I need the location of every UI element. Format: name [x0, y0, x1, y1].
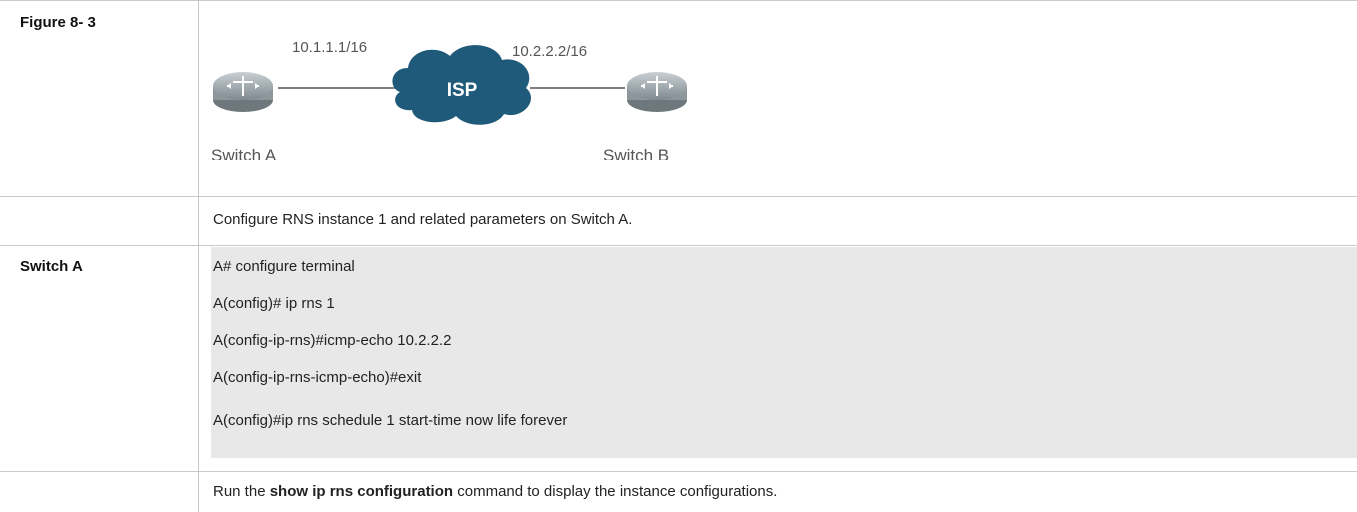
step2-text: Run the show ip rns configuration comman… — [213, 483, 777, 500]
row-divider — [0, 245, 1357, 246]
switch-a-ip-label: 10.1.1.1/16 — [292, 39, 367, 56]
config-code-block: A# configure terminal A(config)# ip rns … — [211, 247, 1357, 458]
step2-text-after: command to display the instance configur… — [453, 483, 778, 500]
code-line: A# configure terminal — [213, 258, 355, 275]
code-line: A(config)#ip rns schedule 1 start-time n… — [213, 412, 568, 429]
code-line: A(config-ip-rns)#icmp-echo 10.2.2.2 — [213, 332, 452, 349]
figure-label: Figure 8- 3 — [20, 14, 96, 31]
switch-b-ip-label: 10.2.2.2/16 — [512, 43, 587, 60]
procedure-table: Figure 8- 3 ISP 10.1.1.1/16 10.2.2.2/16 … — [0, 0, 1357, 512]
switch-b-icon — [627, 72, 687, 112]
step2-command: show ip rns configuration — [269, 483, 454, 500]
switch-a-name-label: Switch A — [211, 146, 277, 160]
step1-text: Configure RNS instance 1 and related par… — [213, 211, 633, 228]
switch-a-label: Switch A — [20, 258, 83, 275]
topology-diagram: ISP 10.1.1.1/16 10.2.2.2/16 Switch A Swi… — [211, 39, 687, 160]
switch-a-icon — [213, 72, 273, 112]
row-divider — [0, 196, 1357, 197]
code-line: A(config)# ip rns 1 — [213, 295, 335, 312]
isp-cloud-icon: ISP — [392, 45, 531, 125]
isp-label: ISP — [447, 80, 478, 101]
row-divider — [0, 471, 1357, 472]
switch-b-name-label: Switch B — [603, 146, 669, 160]
step2-text-before: Run the — [213, 483, 270, 500]
code-line: A(config-ip-rns-icmp-echo)#exit — [213, 369, 422, 386]
column-divider — [198, 0, 199, 512]
